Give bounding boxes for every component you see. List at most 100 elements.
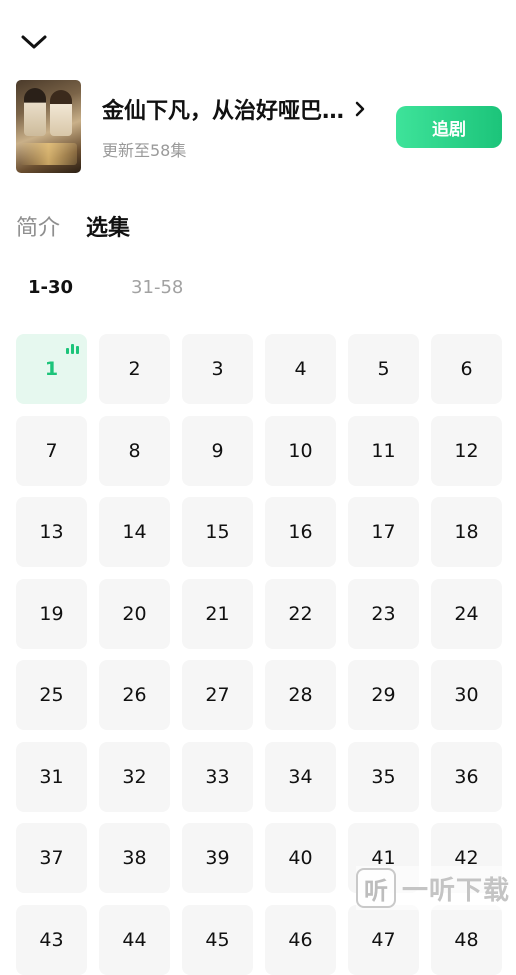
episode-tile[interactable]: 17 <box>348 497 419 567</box>
episode-tile[interactable]: 37 <box>16 823 87 893</box>
episode-number: 33 <box>205 765 230 788</box>
episode-number: 13 <box>39 521 64 543</box>
episode-tile[interactable]: 14 <box>99 497 170 567</box>
episode-tile[interactable]: 26 <box>99 660 170 730</box>
episode-tile[interactable]: 6 <box>431 334 502 404</box>
episode-tile[interactable]: 18 <box>431 497 502 567</box>
episode-number: 44 <box>122 928 147 951</box>
episode-tile[interactable]: 19 <box>16 578 87 649</box>
episode-number: 18 <box>454 521 479 543</box>
episode-number: 28 <box>288 684 313 706</box>
follow-button[interactable]: 追剧 <box>396 106 502 148</box>
episode-number: 36 <box>454 765 479 788</box>
episode-tile[interactable]: 44 <box>99 904 170 975</box>
episode-tile[interactable]: 20 <box>99 578 170 649</box>
episode-number: 4 <box>294 358 307 380</box>
episode-tile[interactable]: 7 <box>16 415 87 486</box>
episode-number: 22 <box>288 602 313 625</box>
episode-tile[interactable]: 5 <box>348 334 419 404</box>
episode-tile[interactable]: 27 <box>182 660 253 730</box>
episode-tile[interactable]: 33 <box>182 741 253 812</box>
chevron-right-icon <box>354 100 366 118</box>
episode-tile[interactable]: 15 <box>182 497 253 567</box>
episode-number: 48 <box>454 928 479 951</box>
episode-number: 15 <box>205 521 230 543</box>
episode-tile[interactable]: 29 <box>348 660 419 730</box>
episode-number: 23 <box>371 602 396 625</box>
update-status: 更新至58集 <box>102 141 187 160</box>
poster-figure-left <box>24 88 46 136</box>
episode-tile[interactable]: 11 <box>348 415 419 486</box>
episode-number: 5 <box>377 358 390 380</box>
episode-number: 34 <box>288 765 313 788</box>
episode-tile[interactable]: 47 <box>348 904 419 975</box>
episode-number: 7 <box>45 439 58 462</box>
episode-tile[interactable]: 12 <box>431 415 502 486</box>
episode-number: 6 <box>460 358 473 380</box>
episode-tile[interactable]: 31 <box>16 741 87 812</box>
episode-tile[interactable]: 1 <box>16 334 87 404</box>
poster-title-art <box>20 143 77 165</box>
drama-poster[interactable] <box>16 80 81 173</box>
episode-tile[interactable]: 21 <box>182 578 253 649</box>
episode-tile[interactable]: 48 <box>431 904 502 975</box>
episode-number: 47 <box>371 928 396 951</box>
episode-tile[interactable]: 46 <box>265 904 336 975</box>
episode-number: 46 <box>288 928 313 951</box>
episode-number: 35 <box>371 765 396 788</box>
tab-episodes[interactable]: 选集 <box>86 210 130 242</box>
episode-tile[interactable]: 45 <box>182 904 253 975</box>
range-31-58[interactable]: 31-58 <box>131 277 183 298</box>
episode-tile[interactable]: 2 <box>99 334 170 404</box>
episode-tile[interactable]: 39 <box>182 823 253 893</box>
episode-tile[interactable]: 23 <box>348 578 419 649</box>
chevron-down-icon <box>21 35 47 49</box>
drama-title-link[interactable]: 金仙下凡，从治好哑巴… <box>102 93 366 125</box>
episode-tile[interactable]: 38 <box>99 823 170 893</box>
episode-number: 43 <box>39 928 64 951</box>
episode-tile[interactable]: 22 <box>265 578 336 649</box>
episode-tile[interactable]: 36 <box>431 741 502 812</box>
range-1-30[interactable]: 1-30 <box>28 277 73 298</box>
episode-tile[interactable]: 24 <box>431 578 502 649</box>
episode-tile[interactable]: 34 <box>265 741 336 812</box>
episode-tile[interactable]: 32 <box>99 741 170 812</box>
episode-tile[interactable]: 10 <box>265 415 336 486</box>
episode-tile[interactable]: 9 <box>182 415 253 486</box>
drama-title: 金仙下凡，从治好哑巴… <box>102 99 345 124</box>
detail-tabs: 简介 选集 <box>16 210 156 242</box>
episode-number: 27 <box>205 684 230 706</box>
episode-number: 16 <box>288 521 313 543</box>
episode-tile[interactable]: 30 <box>431 660 502 730</box>
episode-number: 25 <box>39 684 64 706</box>
episode-tile[interactable]: 8 <box>99 415 170 486</box>
episode-tile[interactable]: 43 <box>16 904 87 975</box>
episode-tile[interactable]: 3 <box>182 334 253 404</box>
episode-tile[interactable]: 16 <box>265 497 336 567</box>
tab-intro[interactable]: 简介 <box>16 210 60 242</box>
drama-header: 金仙下凡，从治好哑巴… 更新至58集 追剧 <box>16 80 502 174</box>
episode-number: 40 <box>288 847 313 869</box>
episode-number: 32 <box>122 765 147 788</box>
watermark: 听 一听下载 <box>356 866 516 910</box>
episode-range-selector: 1-30 31-58 <box>28 277 241 298</box>
episode-tile[interactable]: 35 <box>348 741 419 812</box>
episode-number: 20 <box>122 602 147 625</box>
episode-tile[interactable]: 4 <box>265 334 336 404</box>
collapse-button[interactable] <box>20 30 48 54</box>
episode-number: 30 <box>454 684 479 706</box>
episode-number: 14 <box>122 521 147 543</box>
episode-tile[interactable]: 25 <box>16 660 87 730</box>
watermark-logo: 听 <box>356 868 396 908</box>
episode-tile[interactable]: 13 <box>16 497 87 567</box>
episode-number: 11 <box>371 439 396 462</box>
episode-number: 29 <box>371 684 396 706</box>
watermark-text: 一听下载 <box>402 875 511 906</box>
episode-number: 45 <box>205 928 230 951</box>
episode-number: 31 <box>39 765 64 788</box>
episode-number: 10 <box>288 439 313 462</box>
episode-number: 9 <box>211 439 224 462</box>
episode-number: 21 <box>205 602 230 625</box>
episode-tile[interactable]: 28 <box>265 660 336 730</box>
episode-tile[interactable]: 40 <box>265 823 336 893</box>
